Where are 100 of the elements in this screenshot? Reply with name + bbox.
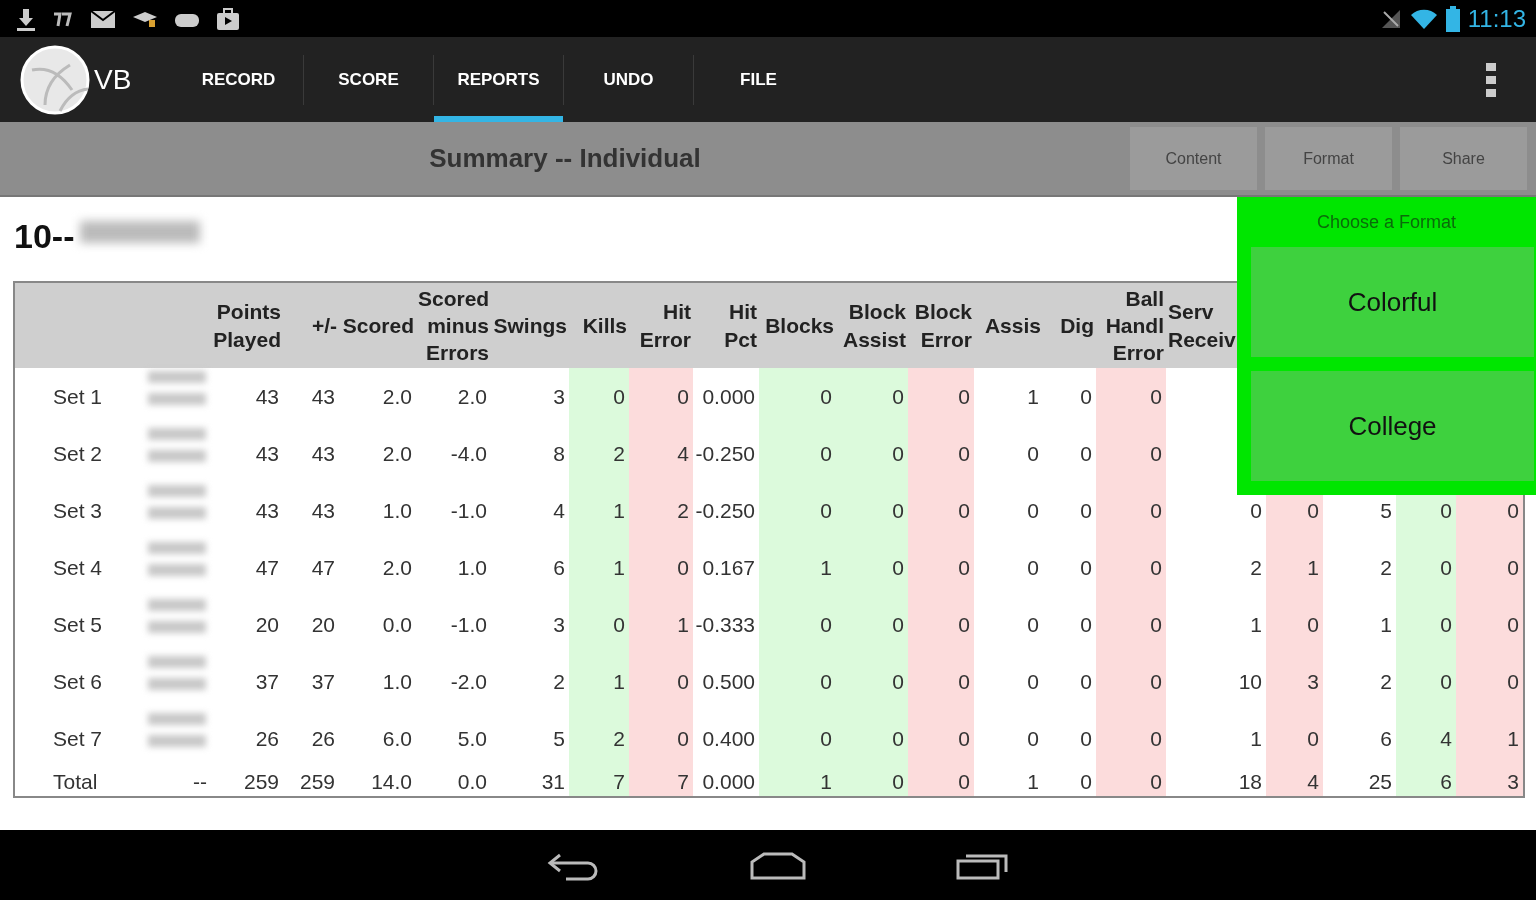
column-header: Points Played: [211, 282, 283, 368]
table-cell: 0: [1043, 425, 1096, 482]
table-cell: 10: [1166, 653, 1266, 710]
table-cell: 0.000: [693, 368, 759, 425]
table-cell: 2: [569, 425, 629, 482]
table-cell: 6: [491, 539, 569, 596]
table-cell-text: 6.0: [381, 725, 413, 752]
table-cell: 1: [1166, 596, 1266, 653]
tab[interactable]: UNDO: [564, 37, 693, 122]
table-cell: 0: [1043, 767, 1096, 797]
toolbar-button[interactable]: Share: [1400, 127, 1527, 190]
graduation-cap-icon: [132, 9, 158, 28]
table-cell: 1: [1266, 539, 1323, 596]
table-cell: 2: [491, 653, 569, 710]
table-cell: 259: [211, 767, 283, 797]
table-cell: 0: [1043, 539, 1096, 596]
table-cell-text: 1.0: [381, 668, 413, 695]
table-cell: 2: [1323, 653, 1396, 710]
table-cell: 25: [1323, 767, 1396, 797]
format-option[interactable]: Colorful: [1251, 247, 1534, 357]
table-cell: 4: [1266, 767, 1323, 797]
table-cell: 0: [1096, 767, 1166, 797]
table-cell: 0: [1096, 368, 1166, 425]
table-cell: 1: [629, 596, 693, 653]
table-cell: 0: [974, 710, 1043, 767]
row-label: Total: [14, 767, 146, 797]
overflow-menu-icon[interactable]: [1486, 62, 1496, 97]
table-cell: 6: [1396, 767, 1456, 797]
table-cell: 0: [759, 368, 836, 425]
table-cell: 0: [908, 596, 974, 653]
column-header: Block Error: [908, 282, 974, 368]
table-cell: 1: [569, 539, 629, 596]
table-cell: 0: [1456, 539, 1524, 596]
table-cell: 4: [629, 425, 693, 482]
table-cell: 1: [1456, 710, 1524, 767]
table-cell: 0: [974, 425, 1043, 482]
table-cell: 0: [759, 653, 836, 710]
table-cell: 0: [908, 710, 974, 767]
table-cell: 3: [491, 596, 569, 653]
table-cell-text: 26: [254, 725, 280, 752]
format-option[interactable]: College: [1251, 371, 1534, 481]
table-cell-text: 43: [310, 440, 336, 467]
table-cell: 0.500: [693, 653, 759, 710]
table-cell-text: -1.0: [449, 611, 488, 638]
table-cell: 1: [759, 767, 836, 797]
table-cell: 0: [836, 710, 908, 767]
row-label: Set 5: [14, 596, 146, 653]
table-cell-text: 1.0: [381, 497, 413, 524]
table-cell: 31: [491, 767, 569, 797]
toolbar-button[interactable]: Format: [1265, 127, 1392, 190]
table-cell: 259: [283, 767, 339, 797]
table-cell-text: 37: [310, 668, 336, 695]
toolbar-button[interactable]: Content: [1130, 127, 1257, 190]
table-cell: 3: [1456, 767, 1524, 797]
table-cell: 0: [629, 368, 693, 425]
table-cell: 0: [1096, 539, 1166, 596]
table-cell: 0: [974, 539, 1043, 596]
home-icon[interactable]: [750, 852, 806, 880]
wifi-icon: [1409, 7, 1438, 30]
table-cell: 0: [629, 710, 693, 767]
table-cell: 0: [836, 539, 908, 596]
table-cell: -0.250: [693, 482, 759, 539]
table-cell: 0: [1456, 596, 1524, 653]
menu-title: Choose a Format: [1315, 211, 1458, 234]
table-cell-text: 5.0: [456, 725, 488, 752]
play-store-icon: [216, 7, 240, 30]
recent-apps-icon[interactable]: [956, 852, 1010, 880]
clock-text: 11:13: [1467, 6, 1526, 31]
table-cell: 0: [1396, 653, 1456, 710]
table-cell: --: [146, 767, 211, 797]
table-cell: 0.0: [416, 767, 491, 797]
table-cell: 1: [569, 482, 629, 539]
battery-icon: [1445, 5, 1460, 32]
table-cell: 8: [491, 425, 569, 482]
table-cell: 0: [974, 653, 1043, 710]
column-header: Assis: [974, 282, 1043, 368]
table-cell-text: 2.0: [381, 554, 413, 581]
tab[interactable]: RECORD: [174, 37, 303, 122]
row-label: Set 4: [14, 539, 146, 596]
table-cell: 0: [908, 425, 974, 482]
table-cell: 43: [283, 368, 339, 425]
table-cell: 0.167: [693, 539, 759, 596]
table-cell: 0: [908, 767, 974, 797]
column-header: Kills: [569, 282, 629, 368]
table-cell: 0: [759, 482, 836, 539]
table-cell: 1: [1323, 596, 1396, 653]
table-cell-text: 20: [254, 611, 280, 638]
tab[interactable]: REPORTS: [434, 37, 563, 122]
back-icon[interactable]: [546, 851, 600, 881]
table-cell: 4: [491, 482, 569, 539]
row-label: Set 1: [14, 368, 146, 425]
tab[interactable]: SCORE: [304, 37, 433, 122]
table-cell: 7: [629, 767, 693, 797]
table-cell: 2: [569, 710, 629, 767]
table-cell: 0: [908, 539, 974, 596]
table-cell: 0: [1396, 596, 1456, 653]
table-cell: 0: [1043, 482, 1096, 539]
table-cell: 5: [1323, 482, 1396, 539]
table-cell-text: 37: [254, 668, 280, 695]
tab[interactable]: FILE: [694, 37, 823, 122]
